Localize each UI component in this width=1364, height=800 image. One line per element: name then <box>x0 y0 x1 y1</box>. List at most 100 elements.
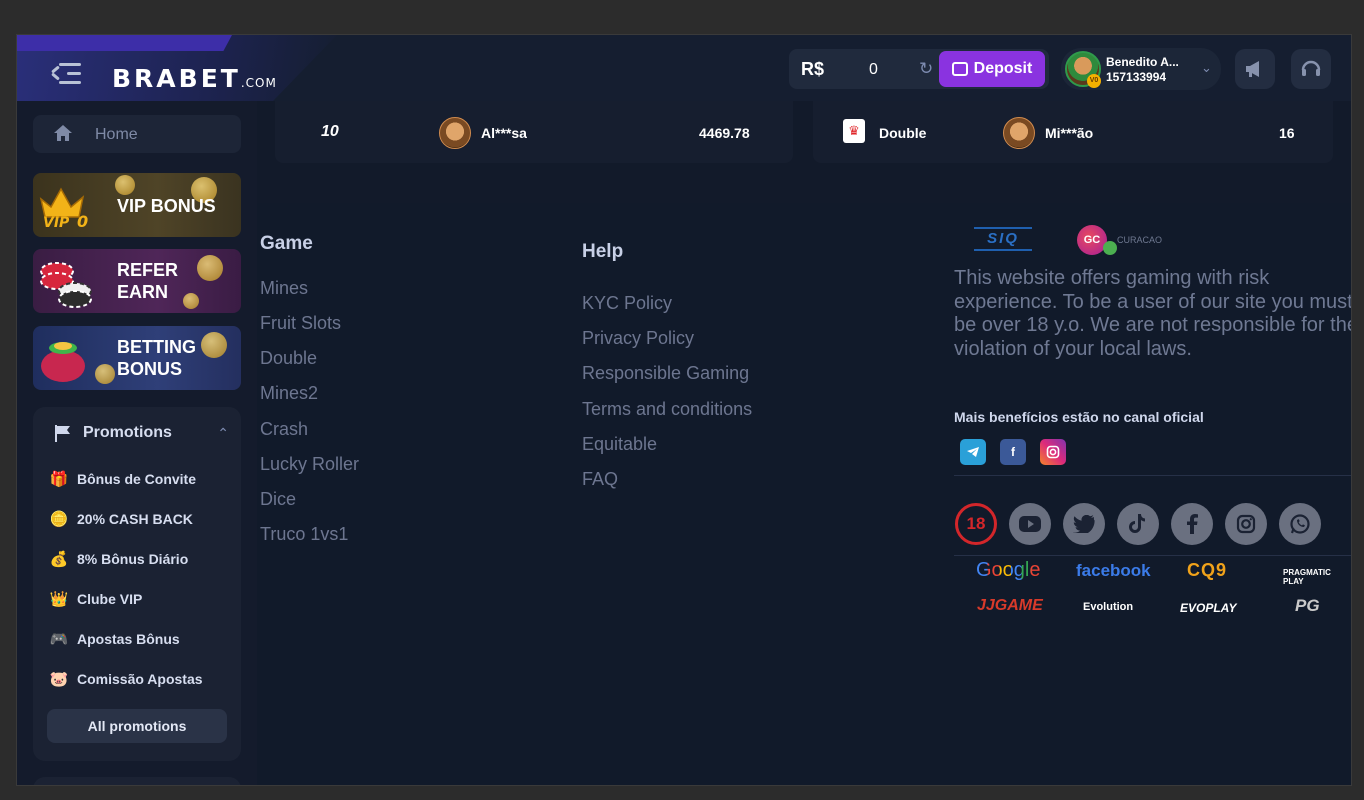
coin-icon <box>95 364 115 384</box>
whatsapp-icon[interactable] <box>1279 503 1321 545</box>
promotions-panel: Promotions ⌃ 🎁 Bônus de Convite 🪙 20% CA… <box>33 407 241 761</box>
bet-player: Al***sa <box>481 125 527 141</box>
partner-pragmatic-play-logo: PRAGMATIC PLAY <box>1283 568 1331 586</box>
footer-link-crash[interactable]: Crash <box>260 419 308 440</box>
logo-text: BRABET <box>112 64 241 93</box>
menu-toggle-icon[interactable] <box>51 60 83 88</box>
piggy-bank-icon: 🐷 <box>49 671 69 688</box>
promo-item-label: 8% Bônus Diário <box>77 551 189 567</box>
money-bag-icon <box>41 342 85 382</box>
bet-amount: 16 <box>1279 125 1295 141</box>
footer-link-double[interactable]: Double <box>260 348 317 369</box>
promotions-title: Promotions <box>83 424 172 441</box>
sidebar-item-label: Home <box>95 126 138 143</box>
official-channel-text: Mais benefícios estão no canal oficial <box>954 409 1204 425</box>
top-header: BRABET.COM R$ 0 ↻ Deposit V0 Benedito A.… <box>17 35 1351 101</box>
flag-icon <box>55 425 70 442</box>
currency-label: R$ <box>801 59 825 79</box>
age-18-icon: 18 <box>955 503 997 545</box>
promo-item-label: 20% CASH BACK <box>77 511 193 527</box>
partner-cq9-logo: CQ9 <box>1187 560 1228 580</box>
deposit-label: Deposit <box>973 60 1033 77</box>
tiktok-icon[interactable] <box>1117 503 1159 545</box>
sidebar: Home VIP 0 VIP BONUS REFER EARN BETTING … <box>17 101 257 785</box>
footer-link-privacy[interactable]: Privacy Policy <box>582 328 694 349</box>
footer-link-truco[interactable]: Truco 1vs1 <box>260 524 348 545</box>
footer-link-lucky-roller[interactable]: Lucky Roller <box>260 454 359 475</box>
promo-item-apostas-bonus[interactable]: 🎮 Apostas Bônus <box>49 629 180 649</box>
disclaimer-text: This website offers gaming with risk exp… <box>954 267 1352 360</box>
all-promotions-button[interactable]: All promotions <box>47 709 227 743</box>
siq-license-logo[interactable]: SIQ <box>974 227 1032 251</box>
footer-link-kyc[interactable]: KYC Policy <box>582 293 672 314</box>
footer-link-equitable[interactable]: Equitable <box>582 434 657 455</box>
banner-text: EARN <box>117 282 169 302</box>
vip-crown-icon: VIP 0 <box>39 187 88 229</box>
avatar <box>1003 117 1035 149</box>
brabet-logo[interactable]: BRABET.COM <box>112 64 277 93</box>
money-bag-icon: 💰 <box>49 551 69 568</box>
youtube-icon[interactable] <box>1009 503 1051 545</box>
facebook-icon[interactable] <box>1171 503 1213 545</box>
facebook-icon[interactable]: f <box>1000 439 1026 465</box>
megaphone-icon[interactable] <box>1235 49 1275 89</box>
promotions-header[interactable]: Promotions <box>53 423 172 443</box>
promo-item-label: Clube VIP <box>77 591 143 607</box>
telegram-icon[interactable] <box>960 439 986 465</box>
instagram-icon[interactable] <box>1040 439 1066 465</box>
partner-google-logo: Google <box>976 559 1041 582</box>
bet-multiplier: 10 <box>321 123 339 140</box>
user-menu[interactable]: V0 Benedito A... 157133994 ⌄ <box>1061 48 1221 90</box>
coin-icon <box>183 293 199 309</box>
poker-chips-icon <box>40 262 92 308</box>
refresh-balance-icon[interactable]: ↻ <box>919 59 933 79</box>
partner-evolution-logo: Evolution <box>1083 601 1134 613</box>
svg-text:VIP: VIP <box>43 215 70 229</box>
bet-row: ♛ Double Mi***ão 16 <box>813 101 1333 163</box>
svg-text:0: 0 <box>77 212 88 229</box>
promo-item-clube-vip[interactable]: 👑 Clube VIP <box>49 589 143 609</box>
user-id: 157133994 <box>1106 70 1167 84</box>
logo-suffix: .COM <box>240 76 277 90</box>
coin-icon <box>115 175 135 195</box>
partner-jjgame-logo: JJGAME <box>977 597 1043 614</box>
footer: Game Mines Fruit Slots Double Mines2 Cra… <box>257 203 1352 785</box>
promo-item-bonus-diario[interactable]: 💰 8% Bônus Diário <box>49 549 189 569</box>
footer-link-mines2[interactable]: Mines2 <box>260 383 318 404</box>
promo-item-cashback[interactable]: 🪙 20% CASH BACK <box>49 509 193 529</box>
footer-link-terms[interactable]: Terms and conditions <box>582 399 752 420</box>
vip-bonus-banner[interactable]: VIP 0 VIP BONUS <box>33 173 241 237</box>
app-frame: BRABET.COM R$ 0 ↻ Deposit V0 Benedito A.… <box>16 34 1352 786</box>
instagram-icon[interactable] <box>1225 503 1267 545</box>
sidebar-item-home[interactable]: Home <box>33 115 241 153</box>
user-name: Benedito A... <box>1106 55 1179 69</box>
chevron-up-icon[interactable]: ⌃ <box>217 425 229 442</box>
support-headset-icon[interactable] <box>1291 49 1331 89</box>
coins-icon: 🪙 <box>49 511 69 528</box>
betting-bonus-banner[interactable]: BETTING BONUS <box>33 326 241 390</box>
footer-link-mines[interactable]: Mines <box>260 278 308 299</box>
promo-item-comissao-apostas[interactable]: 🐷 Comissão Apostas <box>49 669 203 689</box>
partner-text: Google <box>976 559 1041 581</box>
gamepad-icon: 🎮 <box>49 631 69 648</box>
help-column-title: Help <box>582 241 624 262</box>
promo-item-label: Bônus de Convite <box>77 471 197 487</box>
bet-amount: 4469.78 <box>699 125 750 141</box>
banner-text: REFER <box>117 260 179 280</box>
footer-link-faq[interactable]: FAQ <box>582 469 618 490</box>
twitter-icon[interactable] <box>1063 503 1105 545</box>
game-column-title: Game <box>260 233 313 254</box>
divider <box>954 475 1351 476</box>
bet-game: Double <box>879 125 927 141</box>
recent-bets-strip: 10 Al***sa 4469.78 ♛ Double Mi***ão 16 <box>257 101 1351 203</box>
banner-text: BETTING <box>117 337 196 357</box>
deposit-button[interactable]: Deposit <box>939 51 1045 87</box>
crown-icon: 👑 <box>49 591 69 608</box>
vip-badge-icon: V0 <box>1087 74 1101 88</box>
refer-earn-banner[interactable]: REFER EARN <box>33 249 241 313</box>
footer-link-fruit-slots[interactable]: Fruit Slots <box>260 313 341 334</box>
curacao-label: CURACAO <box>1117 235 1163 245</box>
promo-item-bonus-convite[interactable]: 🎁 Bônus de Convite <box>49 469 196 489</box>
footer-link-responsible-gaming[interactable]: Responsible Gaming <box>582 363 749 384</box>
footer-link-dice[interactable]: Dice <box>260 489 296 510</box>
